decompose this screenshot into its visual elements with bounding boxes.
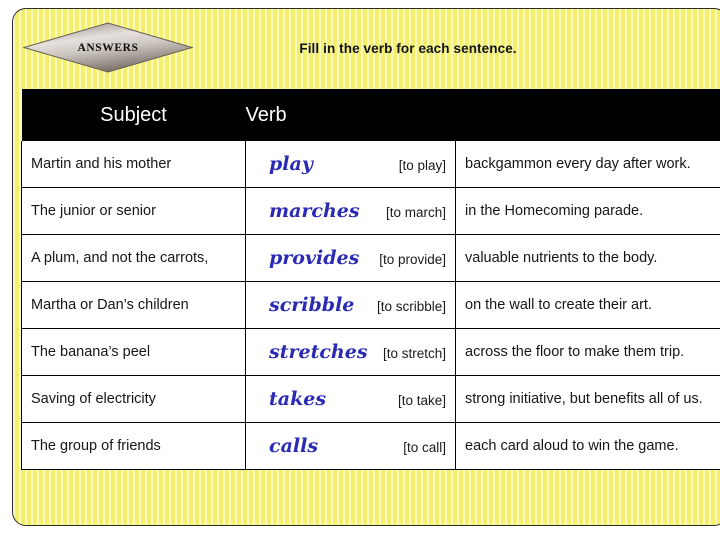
table-row: A plum, and not the carrots, provides [t… bbox=[21, 234, 720, 282]
verb-answer: provides bbox=[269, 247, 360, 269]
cell-subject: The group of friends bbox=[21, 422, 246, 470]
column-header-verb: Verb bbox=[245, 89, 456, 141]
verb-cue: [to provide] bbox=[379, 252, 446, 267]
verb-cue: [to scribble] bbox=[376, 299, 446, 314]
verb-answer: play bbox=[269, 153, 313, 175]
table-row: Saving of electricity takes [to take] st… bbox=[21, 375, 720, 423]
cell-subject: Martha or Dan’s children bbox=[21, 281, 246, 329]
answers-badge-label: ANSWERS bbox=[77, 41, 139, 54]
cell-predicate: across the floor to make them trip. bbox=[455, 328, 720, 376]
cell-verb: scribble [to scribble] bbox=[245, 281, 456, 329]
table-row: Martin and his mother play [to play] bac… bbox=[21, 141, 720, 188]
verb-worksheet-table: Subject Verb Martin and his mother play … bbox=[21, 89, 720, 470]
slide-panel: ANSWERS Fill in the verb for each senten… bbox=[12, 8, 720, 526]
cell-verb: takes [to take] bbox=[245, 375, 456, 423]
verb-answer: takes bbox=[269, 388, 327, 410]
cell-subject: Saving of electricity bbox=[21, 375, 246, 423]
cell-verb: stretches [to stretch] bbox=[245, 328, 456, 376]
cell-verb: play [to play] bbox=[245, 141, 456, 188]
table-body: Martin and his mother play [to play] bac… bbox=[21, 141, 720, 470]
cell-verb: provides [to provide] bbox=[245, 234, 456, 282]
cell-subject: Martin and his mother bbox=[21, 141, 246, 188]
verb-cue: [to play] bbox=[398, 158, 446, 173]
column-header-predicate bbox=[455, 89, 720, 141]
table-row: Martha or Dan’s children scribble [to sc… bbox=[21, 281, 720, 329]
verb-answer: calls bbox=[269, 435, 319, 457]
answers-badge: ANSWERS bbox=[23, 22, 193, 73]
cell-subject: The banana’s peel bbox=[21, 328, 246, 376]
page-title: Fill in the verb for each sentence. bbox=[299, 41, 517, 56]
cell-verb: calls [to call] bbox=[245, 422, 456, 470]
cell-subject: A plum, and not the carrots, bbox=[21, 234, 246, 282]
verb-cue: [to call] bbox=[403, 440, 446, 455]
verb-cue: [to take] bbox=[397, 393, 446, 408]
table-row: The banana’s peel stretches [to stretch]… bbox=[21, 328, 720, 376]
verb-cue: [to stretch] bbox=[382, 346, 446, 361]
cell-predicate: on the wall to create their art. bbox=[455, 281, 720, 329]
cell-predicate: valuable nutrients to the body. bbox=[455, 234, 720, 282]
verb-answer: stretches bbox=[269, 341, 368, 363]
slide: ANSWERS Fill in the verb for each senten… bbox=[0, 0, 720, 540]
table-row: The group of friends calls [to call] eac… bbox=[21, 422, 720, 470]
cell-predicate: in the Homecoming parade. bbox=[455, 187, 720, 235]
table-header-row: Subject Verb bbox=[21, 89, 720, 141]
cell-predicate: each card aloud to win the game. bbox=[455, 422, 720, 470]
table-row: The junior or senior marches [to march] … bbox=[21, 187, 720, 235]
verb-answer: marches bbox=[269, 200, 360, 222]
verb-cue: [to march] bbox=[385, 205, 446, 220]
cell-verb: marches [to march] bbox=[245, 187, 456, 235]
cell-subject: The junior or senior bbox=[21, 187, 246, 235]
verb-answer: scribble bbox=[269, 294, 355, 316]
cell-predicate: strong initiative, but benefits all of u… bbox=[455, 375, 720, 423]
cell-predicate: backgammon every day after work. bbox=[455, 141, 720, 188]
table-header: Subject Verb bbox=[21, 89, 720, 141]
column-header-subject: Subject bbox=[21, 89, 246, 141]
